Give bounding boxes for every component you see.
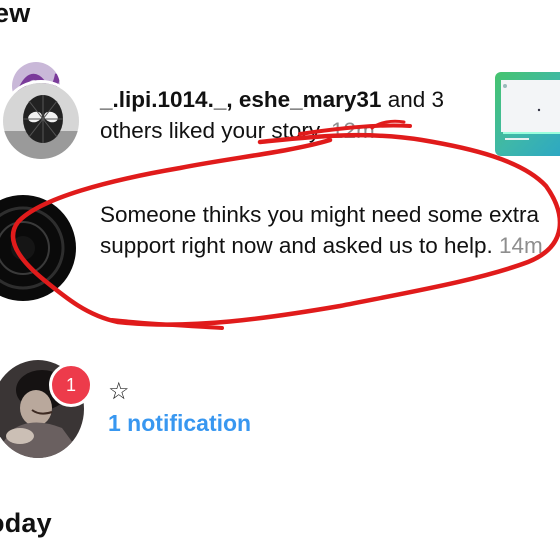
section-new-title: ew <box>0 0 31 28</box>
avatar-spiderman[interactable] <box>0 80 82 162</box>
story-thumbnail-icon <box>495 72 560 156</box>
section-today-title: oday <box>0 508 52 538</box>
support-message: Someone thinks you might need some extra… <box>100 202 539 258</box>
story-like-time: 12m <box>330 118 375 143</box>
spiderman-avatar-icon <box>3 83 79 159</box>
support-notification[interactable]: Someone thinks you might need some extra… <box>100 199 550 261</box>
notification-link[interactable]: 1 notification <box>108 410 251 437</box>
notification-count-badge: 1 <box>49 363 93 407</box>
story-like-notification[interactable]: _.lipi.1014._, eshe_mary31 and 3 others … <box>100 84 490 146</box>
liker-usernames[interactable]: _.lipi.1014._, eshe_mary31 <box>100 87 381 112</box>
star-icon: ☆ <box>108 377 130 405</box>
story-thumbnail[interactable] <box>495 72 560 156</box>
support-time: 14m <box>499 233 543 258</box>
activity-page: ew _.lipi.1014._, eshe_mary31 and 3 othe… <box>0 0 560 560</box>
dark-ring-avatar-icon <box>0 195 76 301</box>
avatar-dark-ring[interactable] <box>0 195 76 301</box>
